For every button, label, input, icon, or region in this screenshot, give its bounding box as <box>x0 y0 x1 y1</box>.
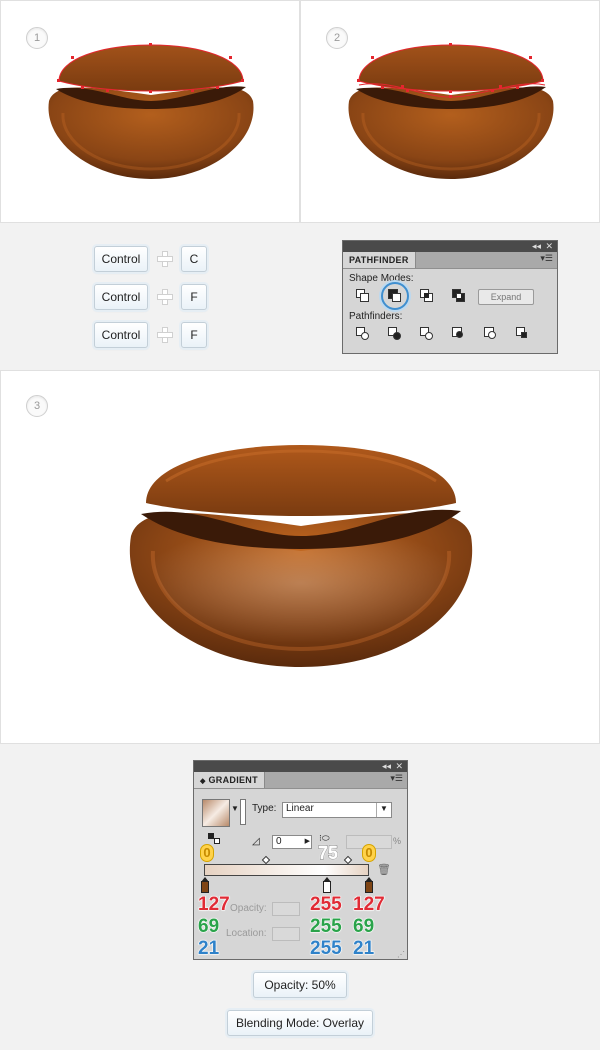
arrow-right-icon: ▶ <box>304 838 310 845</box>
midpoint-handle[interactable] <box>261 855 271 865</box>
reverse-gradient-icon[interactable] <box>208 833 222 845</box>
trash-icon[interactable]: 🗑 <box>377 863 391 876</box>
minus-front-icon[interactable] <box>387 288 403 304</box>
gradient-slider[interactable] <box>204 864 369 876</box>
merge-icon[interactable] <box>419 326 435 342</box>
midpoint-handle[interactable] <box>343 855 353 865</box>
callout-badge: 0 <box>200 844 214 862</box>
intersect-icon[interactable] <box>419 288 435 304</box>
resize-grip-icon[interactable]: ⋰ <box>397 950 405 959</box>
stop-3-green-value: 69 <box>352 916 375 937</box>
panel-menu-icon[interactable]: ▾☰ <box>540 253 553 264</box>
aspect-ratio-value: 75 <box>317 843 339 864</box>
pathfinder-panel: ◂◂ ✕ PATHFINDER ▾☰ Shape Modes: Expand P… <box>342 240 558 354</box>
plus-icon <box>157 327 173 343</box>
stop-2-red-value: 255 <box>310 894 343 915</box>
gradient-stop[interactable] <box>365 877 373 893</box>
collapse-icon[interactable]: ◂◂ <box>382 761 391 772</box>
control-key: Control <box>94 246 148 272</box>
tab-arrow-icon: ◆ <box>200 778 206 785</box>
unite-icon[interactable] <box>355 288 371 304</box>
plus-icon <box>157 251 173 267</box>
angle-field[interactable]: 0 ▶ <box>272 835 312 849</box>
stop-2-green-value: 255 <box>310 916 343 937</box>
gradient-stop[interactable] <box>201 877 209 893</box>
callout-badge: 0 <box>362 844 376 862</box>
gradient-swatch[interactable] <box>202 799 230 827</box>
opacity-field <box>272 902 300 916</box>
plus-icon <box>157 289 173 305</box>
stop-1-red-value: 127 <box>198 894 231 915</box>
panel-menu-icon[interactable]: ▾☰ <box>390 773 403 784</box>
type-label: Type: <box>252 803 277 814</box>
f-key: F <box>181 322 207 348</box>
coffee-bean-illustration <box>48 43 254 179</box>
exclude-icon[interactable] <box>451 288 467 304</box>
close-icon[interactable]: ✕ <box>395 761 403 772</box>
outline-icon[interactable] <box>483 326 499 342</box>
step-3-canvas: 3 <box>0 370 600 744</box>
tab-pathfinder[interactable]: PATHFINDER <box>343 252 416 268</box>
percent-symbol: % <box>393 836 402 846</box>
stop-2-blue-value: 255 <box>310 938 343 959</box>
stop-1-green-value: 69 <box>197 916 220 937</box>
reverse-swatch[interactable] <box>240 799 246 825</box>
minus-back-icon[interactable] <box>515 326 531 342</box>
crop-icon[interactable] <box>451 326 467 342</box>
f-key: F <box>181 284 207 310</box>
shape-modes-label: Shape Modes: <box>349 273 414 284</box>
panel-titlebar: ◂◂ ✕ <box>343 241 557 252</box>
stop-3-red-value: 127 <box>353 894 386 915</box>
stop-1-blue-value: 21 <box>197 938 220 959</box>
close-icon[interactable]: ✕ <box>545 241 553 252</box>
expand-button[interactable]: Expand <box>478 289 534 305</box>
angle-icon: ◿ <box>252 836 260 847</box>
c-key: C <box>181 246 207 272</box>
location-field <box>272 927 300 941</box>
opacity-label: Opacity: <box>230 903 267 914</box>
panel-titlebar: ◂◂ ✕ <box>194 761 407 772</box>
trim-icon[interactable] <box>387 326 403 342</box>
type-select[interactable]: Linear ▼ <box>282 802 392 818</box>
gradient-stop[interactable] <box>323 877 331 893</box>
control-key: Control <box>94 284 148 310</box>
divide-icon[interactable] <box>355 326 371 342</box>
swatch-dropdown-icon[interactable]: ▼ <box>231 804 239 813</box>
collapse-icon[interactable]: ◂◂ <box>532 241 541 252</box>
coffee-bean-illustration <box>348 43 554 179</box>
control-key: Control <box>94 322 148 348</box>
instructions-row: Control C Control F Control F ◂◂ ✕ PATHF… <box>0 223 600 370</box>
gradient-row: ◂◂ ✕ ◆ GRADIENT ▾☰ ▼ Type: Linear ▼ 0 ◿ … <box>0 744 600 1050</box>
pathfinders-label: Pathfinders: <box>349 311 403 322</box>
blending-mode-caption: Blending Mode: Overlay <box>227 1010 373 1036</box>
chevron-down-icon: ▼ <box>376 803 391 817</box>
location-label: Location: <box>226 928 267 939</box>
gradient-panel: ◂◂ ✕ ◆ GRADIENT ▾☰ ▼ Type: Linear ▼ 0 ◿ … <box>193 760 408 960</box>
step-1-canvas: 1 <box>0 0 300 223</box>
tab-gradient[interactable]: ◆ GRADIENT <box>194 772 265 788</box>
opacity-caption: Opacity: 50% <box>253 972 347 998</box>
coffee-bean-illustration <box>129 445 473 667</box>
stop-3-blue-value: 21 <box>352 938 375 959</box>
step-2-canvas: 2 <box>300 0 600 223</box>
